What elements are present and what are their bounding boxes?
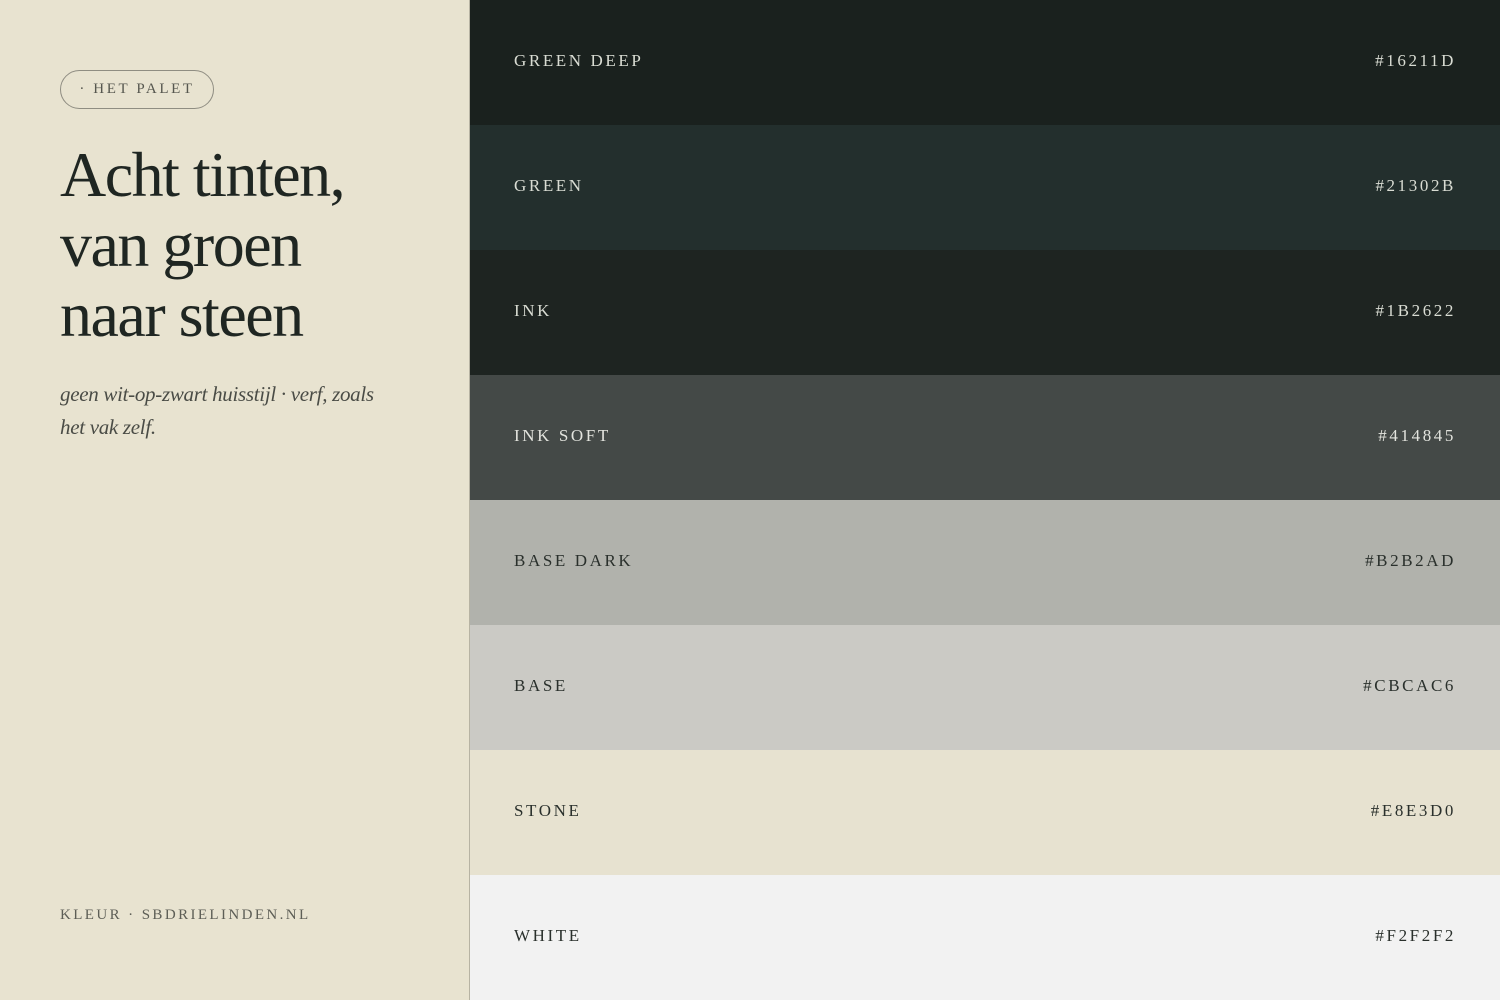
color-swatch: BASE #CBCAC6 <box>470 625 1500 750</box>
swatch-hex: #21302B <box>1375 176 1456 195</box>
title-line: van groen <box>60 209 302 280</box>
footer-credit: KLEUR · SBDRIELINDEN.NL <box>60 907 311 923</box>
title-line: Acht tinten, <box>60 139 346 210</box>
swatch-name: STONE <box>514 801 582 820</box>
swatch-hex: #B2B2AD <box>1365 551 1456 570</box>
color-swatch-list: GREEN DEEP #16211D GREEN #21302B INK #1B… <box>470 0 1500 1000</box>
swatch-hex: #414845 <box>1378 426 1456 445</box>
subtitle: geen wit-op-zwart huisstijl · verf, zoal… <box>60 382 374 439</box>
sidebar: · HET PALET Acht tinten, van groen naar … <box>0 0 470 1000</box>
swatch-name: GREEN <box>514 176 584 195</box>
swatch-hex: #CBCAC6 <box>1363 676 1456 695</box>
swatch-hex: #F2F2F2 <box>1375 926 1456 945</box>
swatch-hex: #16211D <box>1375 51 1456 70</box>
section-badge: · HET PALET <box>60 70 214 109</box>
page-title: Acht tinten, van groen naar steen <box>60 140 460 350</box>
swatch-hex: #E8E3D0 <box>1370 801 1456 820</box>
swatch-name: BASE <box>514 676 568 695</box>
color-swatch: INK SOFT #414845 <box>470 375 1500 500</box>
swatch-name: WHITE <box>514 926 582 945</box>
color-swatch: GREEN #21302B <box>470 125 1500 250</box>
swatch-name: INK SOFT <box>514 426 611 445</box>
swatch-name: INK <box>514 301 553 320</box>
color-swatch: WHITE #F2F2F2 <box>470 875 1500 1000</box>
swatch-hex: #1B2622 <box>1375 301 1456 320</box>
color-swatch: BASE DARK #B2B2AD <box>470 500 1500 625</box>
color-swatch: GREEN DEEP #16211D <box>470 0 1500 125</box>
color-swatch: INK #1B2622 <box>470 250 1500 375</box>
swatch-name: GREEN DEEP <box>514 51 644 70</box>
title-line: naar steen <box>60 279 304 350</box>
color-swatch: STONE #E8E3D0 <box>470 750 1500 875</box>
swatch-name: BASE DARK <box>514 551 634 570</box>
